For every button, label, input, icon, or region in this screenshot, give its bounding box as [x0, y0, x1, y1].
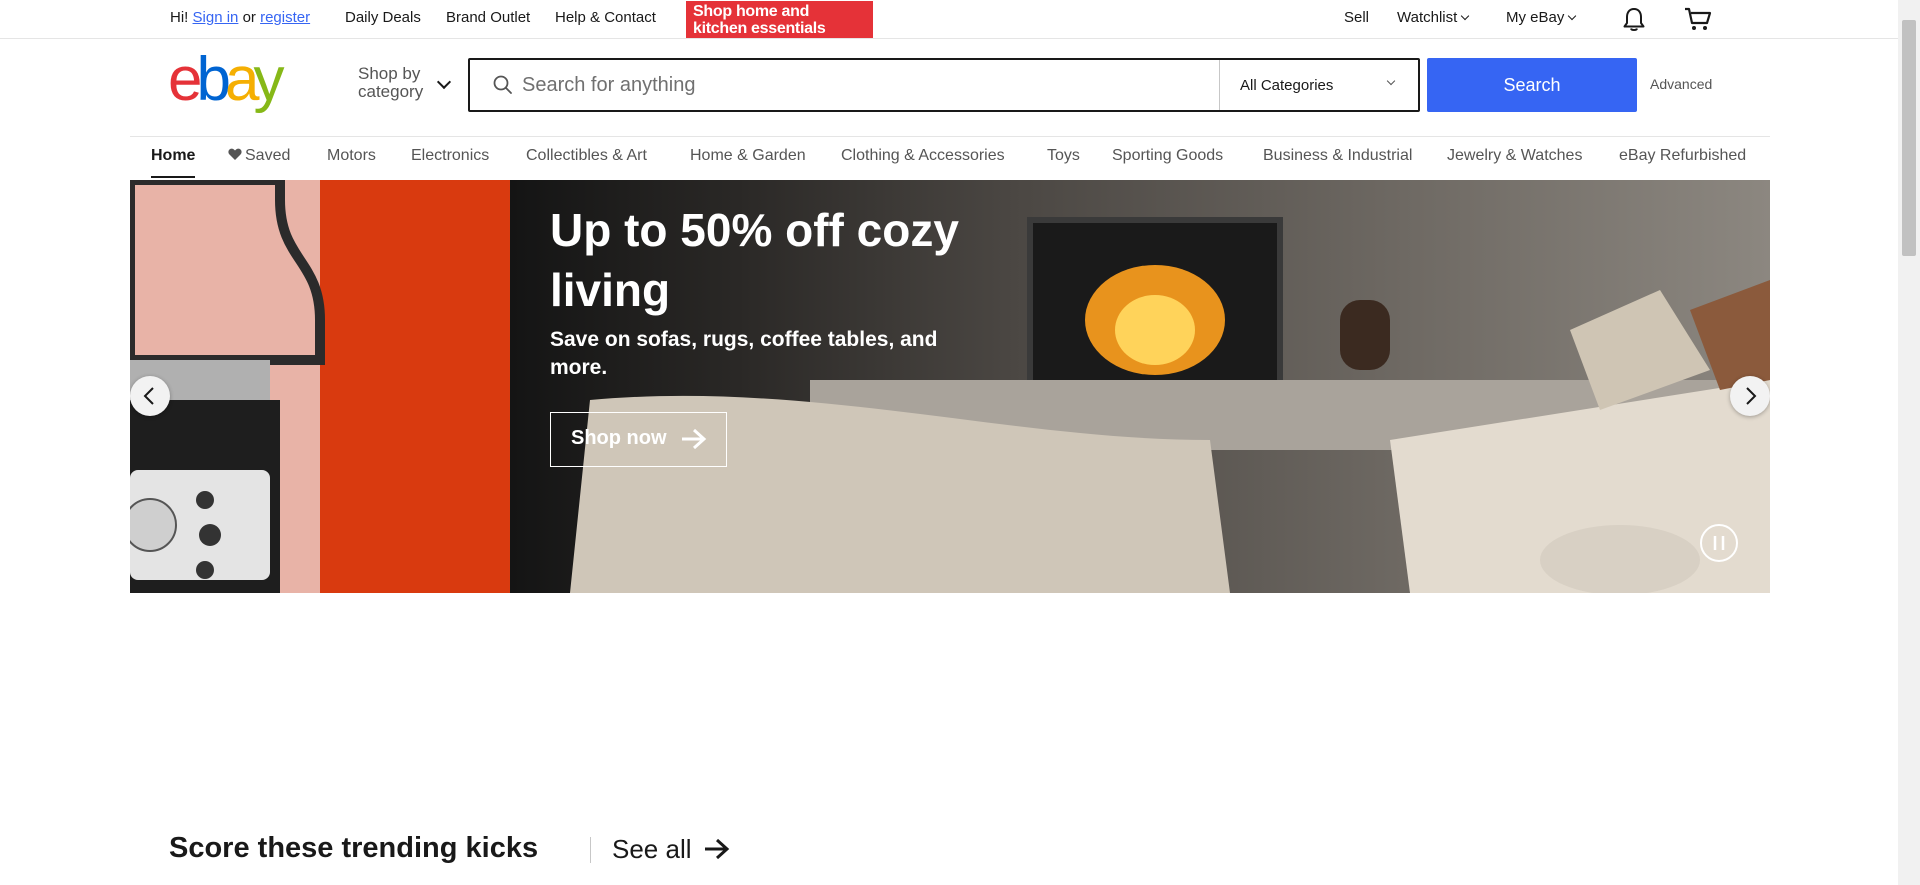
nav-saved-label: Saved — [245, 147, 291, 164]
category-nav: Home Saved Motors Electronics Collectibl… — [0, 147, 1898, 177]
trending-section-title: Score these trending kicks — [169, 832, 539, 864]
my-ebay-menu[interactable]: My eBay — [1506, 9, 1577, 26]
chevron-left-icon — [143, 387, 154, 405]
search-icon — [493, 75, 512, 94]
chevron-down-icon — [1568, 11, 1577, 21]
nav-electronics[interactable]: Electronics — [411, 147, 489, 165]
watchlist-label: Watchlist — [1397, 9, 1458, 26]
hero-subtitle: Save on sofas, rugs, coffee tables, and … — [550, 328, 938, 379]
nav-business-industrial[interactable]: Business & Industrial — [1263, 147, 1412, 165]
nav-motors[interactable]: Motors — [327, 147, 376, 165]
category-select-value: All Categories — [1240, 77, 1334, 94]
search-bar: All Categories — [468, 58, 1420, 112]
nav-divider — [130, 136, 1770, 137]
chevron-down-icon — [1461, 11, 1470, 21]
chevron-down-icon — [1386, 76, 1396, 86]
arrow-right-icon — [682, 428, 707, 450]
advanced-search-link[interactable]: Advanced — [1650, 76, 1712, 92]
shop-by-label: Shop by — [358, 64, 421, 83]
blender-image — [130, 180, 325, 593]
nav-active-indicator — [151, 176, 195, 178]
carousel-next-button[interactable] — [1730, 376, 1770, 416]
nav-home-garden[interactable]: Home & Garden — [690, 147, 806, 165]
nav-clothing-accessories[interactable]: Clothing & Accessories — [841, 147, 1005, 165]
my-ebay-label: My eBay — [1506, 9, 1565, 26]
svg-text:ebay: ebay — [168, 50, 284, 114]
nav-toys[interactable]: Toys — [1047, 147, 1080, 165]
sign-in-link[interactable]: Sign in — [193, 9, 239, 26]
watchlist-menu[interactable]: Watchlist — [1397, 9, 1470, 26]
carousel-prev-button[interactable] — [130, 376, 170, 416]
heart-icon — [228, 148, 242, 160]
category-label: category — [358, 82, 424, 101]
search-button[interactable]: Search — [1427, 58, 1637, 112]
nav-sporting-goods[interactable]: Sporting Goods — [1112, 147, 1223, 165]
sell-link[interactable]: Sell — [1344, 9, 1369, 26]
nav-jewelry-watches[interactable]: Jewelry & Watches — [1447, 147, 1582, 165]
nav-home[interactable]: Home — [151, 147, 195, 165]
register-link[interactable]: register — [260, 9, 310, 26]
help-contact-link[interactable]: Help & Contact — [555, 9, 656, 26]
arrow-right-icon — [704, 838, 729, 860]
daily-deals-link[interactable]: Daily Deals — [345, 9, 421, 26]
nav-ebay-refurbished[interactable]: eBay Refurbished — [1619, 147, 1746, 165]
or-text: or — [242, 9, 256, 26]
greeting-text: Hi! — [170, 9, 189, 26]
pause-icon — [1713, 536, 1725, 550]
carousel-pause-button[interactable] — [1700, 524, 1738, 562]
category-select[interactable]: All Categories — [1219, 60, 1418, 110]
see-all-label: See all — [612, 834, 692, 864]
top-bar: Hi! Sign in or register Daily Deals Bran… — [0, 0, 1898, 39]
blender-slide-image — [130, 180, 510, 593]
hero-carousel[interactable]: Up to 50% off cozy living Save on sofas,… — [130, 180, 1770, 593]
shop-now-button[interactable]: Shop now — [550, 412, 727, 467]
bell-icon[interactable] — [1620, 5, 1648, 33]
ebay-logo[interactable]: ebay — [168, 50, 318, 120]
chevron-right-icon — [1746, 387, 1757, 405]
cart-icon[interactable] — [1683, 5, 1713, 33]
brand-outlet-link[interactable]: Brand Outlet — [446, 9, 530, 26]
promo-banner[interactable]: Shop home and kitchen essentials — [686, 1, 873, 38]
shop-now-label: Shop now — [571, 427, 667, 449]
section-divider — [590, 837, 591, 863]
chevron-down-icon[interactable] — [436, 74, 452, 90]
search-input[interactable] — [522, 70, 1222, 100]
nav-saved[interactable]: Saved — [228, 147, 290, 165]
nav-collectibles-art[interactable]: Collectibles & Art — [526, 147, 647, 165]
scrollbar-thumb[interactable] — [1902, 20, 1916, 256]
hero-title: Up to 50% off cozy living — [550, 204, 959, 316]
see-all-link[interactable]: See all — [612, 834, 731, 865]
greeting: Hi! Sign in or register — [170, 9, 310, 26]
shop-by-category-button[interactable]: Shop by category — [358, 65, 423, 101]
